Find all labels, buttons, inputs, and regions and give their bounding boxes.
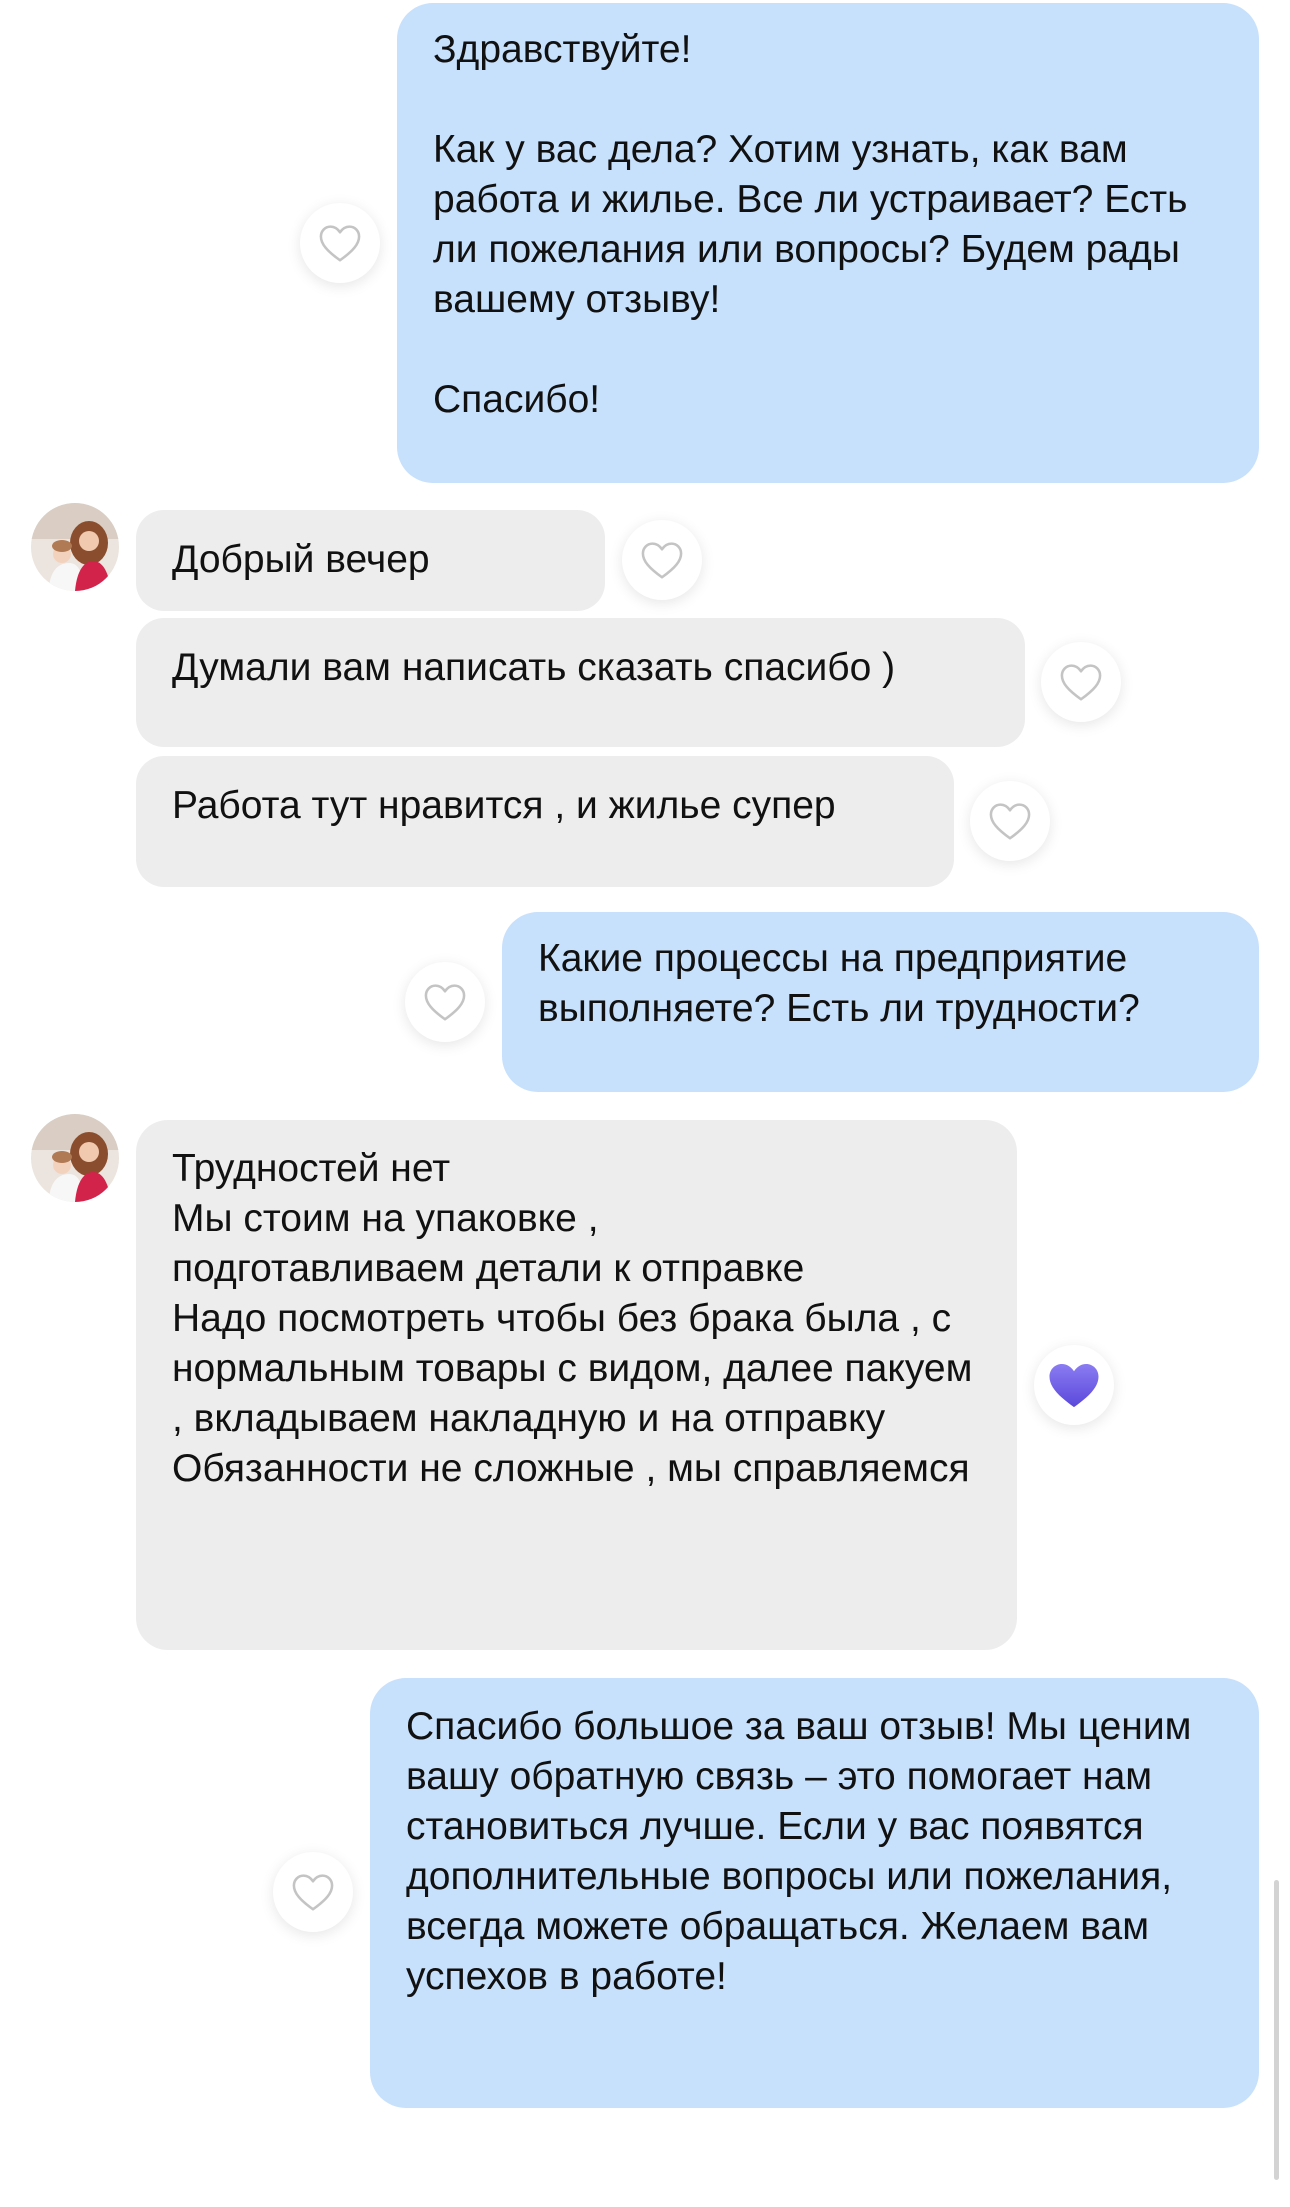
message-bubble-outgoing[interactable]: Здравствуйте! Как у вас дела? Хотим узна… <box>397 3 1259 483</box>
heart-filled-icon <box>1049 1364 1099 1408</box>
heart-icon <box>292 1874 334 1911</box>
message-bubble-incoming[interactable]: Трудностей нет Мы стоим на упаковке , по… <box>136 1120 1017 1650</box>
message-bubble-incoming[interactable]: Добрый вечер <box>136 510 605 611</box>
avatar-photo <box>31 503 119 591</box>
avatar-photo <box>31 1114 119 1202</box>
like-button[interactable] <box>273 1852 353 1932</box>
avatar[interactable] <box>31 503 119 591</box>
heart-icon <box>319 225 361 262</box>
message-bubble-incoming[interactable]: Работа тут нравится , и жилье супер <box>136 756 954 887</box>
message-bubble-incoming[interactable]: Думали вам написать сказать спасибо ) <box>136 618 1025 747</box>
heart-icon <box>1060 664 1102 701</box>
avatar[interactable] <box>31 1114 119 1202</box>
heart-icon <box>424 984 466 1021</box>
message-bubble-outgoing[interactable]: Какие процессы на предприятие выполняете… <box>502 912 1259 1092</box>
like-button[interactable] <box>300 203 380 283</box>
like-button[interactable] <box>622 520 702 600</box>
like-button-active[interactable] <box>1034 1345 1114 1425</box>
like-button[interactable] <box>405 962 485 1042</box>
like-button[interactable] <box>970 781 1050 861</box>
like-button[interactable] <box>1041 642 1121 722</box>
heart-icon <box>641 542 683 579</box>
message-bubble-outgoing[interactable]: Спасибо большое за ваш отзыв! Мы ценим в… <box>370 1678 1259 2108</box>
heart-icon <box>989 803 1031 840</box>
scrollbar[interactable] <box>1274 1880 1279 2180</box>
